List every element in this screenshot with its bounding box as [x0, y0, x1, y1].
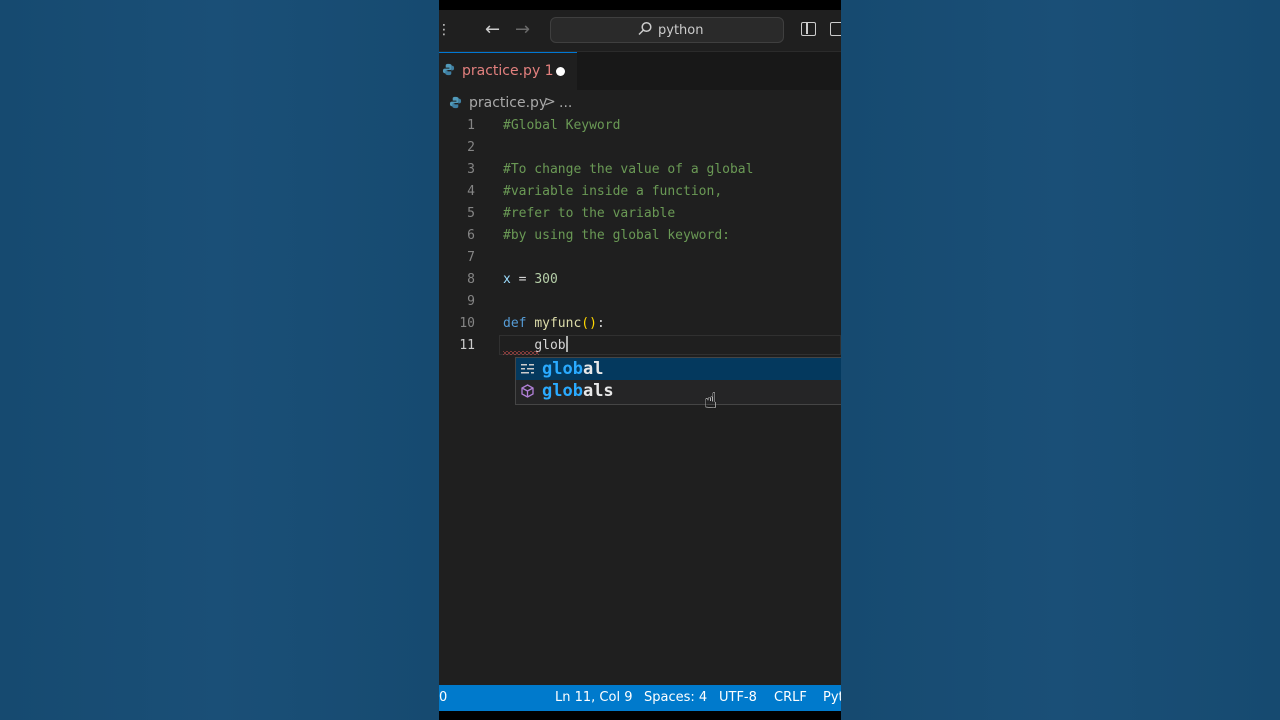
code-line: 7	[439, 247, 841, 269]
search-text: python	[658, 23, 704, 38]
python-file-icon	[449, 96, 462, 109]
code-line: 6 #by using the global keyword:	[439, 225, 841, 247]
tab-bar: practice.py 1	[439, 52, 841, 90]
code-line: 4 #variable inside a function,	[439, 181, 841, 203]
tab-practice-py[interactable]: practice.py 1	[439, 52, 577, 90]
line-number: 10	[459, 316, 475, 331]
command-center-search[interactable]: python	[550, 17, 784, 43]
function-name-token: myfunc	[534, 316, 582, 331]
top-letterbox	[439, 0, 841, 10]
code-line: 5 #refer to the variable	[439, 203, 841, 225]
suggestion-item[interactable]: global	[516, 358, 841, 380]
code-line: 8 x = 300	[439, 269, 841, 291]
suggestion-rest: al	[582, 359, 604, 379]
keyword-icon	[521, 364, 534, 374]
number-token: 300	[534, 272, 558, 287]
line-number: 4	[467, 184, 475, 199]
line-number: 11	[459, 338, 475, 353]
suggestion-label: globals	[542, 380, 614, 402]
suggestion-match: glob	[542, 381, 583, 401]
status-cursor-position[interactable]: Ln 11, Col 9	[555, 690, 632, 705]
background-right	[841, 0, 1280, 720]
code-text: #variable inside a function,	[503, 184, 723, 199]
code-line: 10 def myfunc():	[439, 313, 841, 335]
search-icon	[638, 21, 652, 36]
bottom-letterbox	[439, 711, 841, 720]
colon-token: :	[596, 316, 605, 331]
suggestion-match: glob	[542, 359, 583, 379]
line-number: 7	[467, 250, 475, 265]
paren-token: ()	[581, 316, 597, 331]
line-number: 5	[467, 206, 475, 221]
menu-icon[interactable]: ⋮	[439, 22, 451, 38]
line-number: 8	[467, 272, 475, 287]
suggestion-rest: als	[582, 381, 614, 401]
status-errors[interactable]: 0	[439, 690, 447, 705]
line-number: 2	[467, 140, 475, 155]
typed-text: glob	[534, 338, 566, 353]
code-text: #refer to the variable	[503, 206, 676, 221]
status-encoding[interactable]: UTF-8	[719, 690, 757, 705]
tab-label: practice.py 1	[462, 63, 554, 79]
breadcrumb-file[interactable]: practice.py	[469, 95, 547, 111]
status-bar: 0 Ln 11, Col 9 Spaces: 4 UTF-8 CRLF Pyt	[439, 685, 841, 711]
line-number: 1	[467, 118, 475, 133]
unsaved-dot-icon[interactable]	[556, 67, 565, 76]
title-bar: ⋮ ← → python	[439, 10, 841, 52]
toggle-panel-icon[interactable]	[830, 22, 841, 36]
line-number: 6	[467, 228, 475, 243]
cube-icon	[521, 384, 534, 398]
code-line-active: 11 glob	[439, 335, 841, 357]
breadcrumb: practice.py > ...	[439, 92, 841, 116]
hand-cursor-icon: ☝	[704, 389, 718, 414]
chevron-right-icon: >	[544, 94, 556, 110]
code-line: 1 #Global Keyword	[439, 115, 841, 137]
status-language[interactable]: Pyt	[823, 690, 841, 705]
status-eol[interactable]: CRLF	[774, 690, 807, 705]
breadcrumb-more[interactable]: ...	[559, 95, 572, 111]
code-text: def myfunc():	[503, 313, 605, 335]
python-file-icon	[442, 63, 455, 76]
code-text: x = 300	[503, 269, 558, 291]
back-arrow-icon[interactable]: ←	[485, 19, 500, 40]
code-line: 9	[439, 291, 841, 313]
status-indentation[interactable]: Spaces: 4	[644, 690, 707, 705]
code-text: #by using the global keyword:	[503, 228, 730, 243]
variable-token: x	[503, 272, 511, 287]
background-left	[0, 0, 439, 720]
suggestion-item[interactable]: globals	[516, 380, 841, 402]
suggestion-widget: global globals	[515, 357, 841, 405]
line-number: 3	[467, 162, 475, 177]
code-line: 3 #To change the value of a global	[439, 159, 841, 181]
operator-token: =	[510, 272, 535, 287]
code-text: #Global Keyword	[503, 118, 621, 133]
text-cursor	[565, 336, 568, 352]
keyword-token: def	[503, 316, 527, 331]
suggestion-label: global	[542, 358, 603, 380]
code-text: #To change the value of a global	[503, 162, 754, 177]
toggle-sidebar-icon[interactable]	[801, 22, 816, 36]
error-squiggle	[503, 351, 539, 355]
line-number: 9	[467, 294, 475, 309]
forward-arrow-icon[interactable]: →	[515, 19, 530, 40]
code-line: 2	[439, 137, 841, 159]
editor-window: ⋮ ← → python practice.py 1 practice.py >…	[439, 0, 841, 720]
